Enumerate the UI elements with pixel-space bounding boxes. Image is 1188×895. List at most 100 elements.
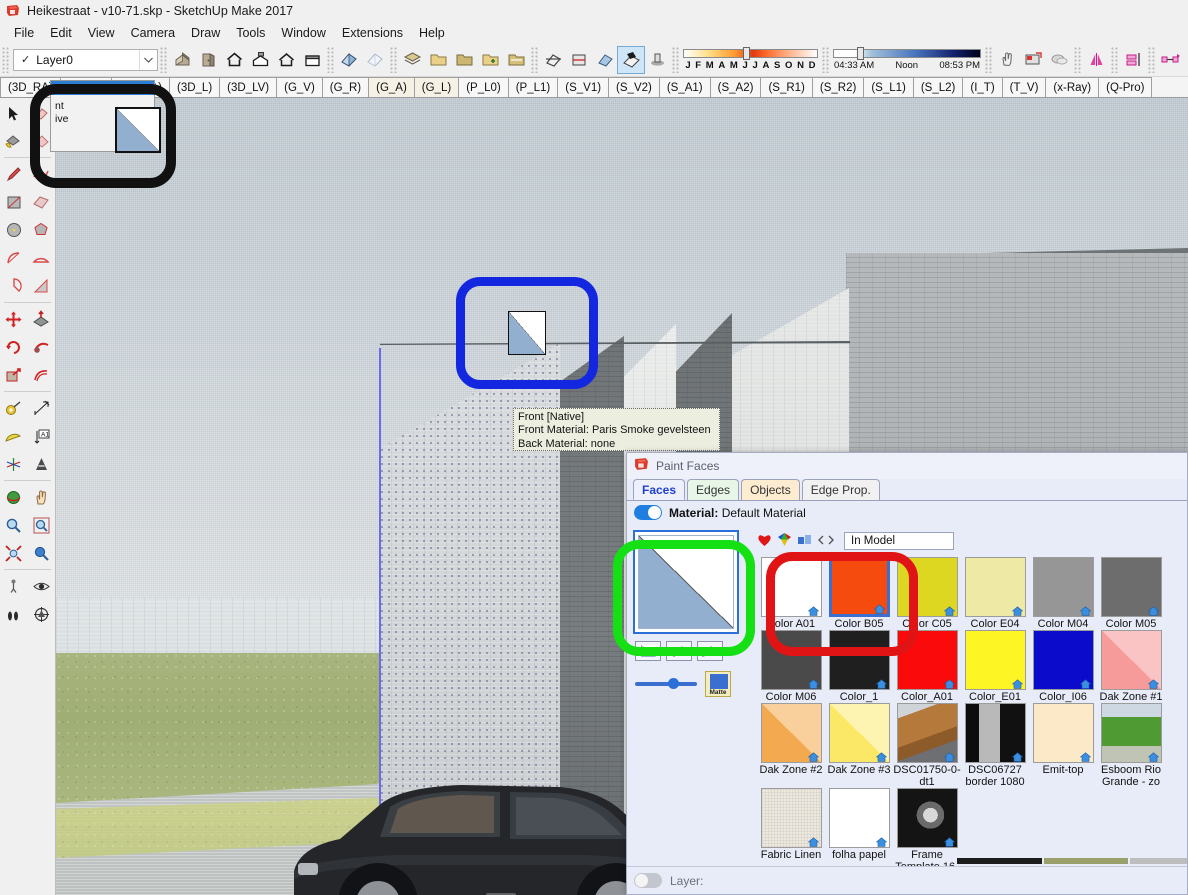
menu-help[interactable]: Help: [411, 24, 453, 42]
menu-draw[interactable]: Draw: [183, 24, 228, 42]
material-swatch[interactable]: [760, 703, 822, 763]
menu-file[interactable]: File: [6, 24, 42, 42]
material-cell[interactable]: Dak Zone #2: [757, 703, 825, 788]
xray-icon[interactable]: [362, 47, 388, 73]
iso-view-icon[interactable]: [169, 47, 195, 73]
material-swatch[interactable]: [1100, 703, 1162, 763]
polygon-icon[interactable]: [28, 216, 56, 244]
zoom-icon[interactable]: [0, 511, 28, 539]
toolbar-grip[interactable]: [2, 46, 9, 73]
bottom-view-icon[interactable]: [299, 47, 325, 73]
opacity-slider[interactable]: [635, 678, 697, 689]
library-scroll-strip[interactable]: [957, 858, 1187, 864]
section-cut-icon[interactable]: [566, 47, 592, 73]
material-swatch[interactable]: [1100, 630, 1162, 690]
arc-tangent-icon[interactable]: [28, 272, 56, 300]
zoom-window-icon[interactable]: [28, 511, 56, 539]
material-cell[interactable]: Color C05: [893, 557, 961, 630]
scene-tab-22[interactable]: (Q-Pro): [1098, 77, 1153, 97]
scene-tab-11[interactable]: (S_V1): [557, 77, 610, 97]
dimension-icon[interactable]: [28, 394, 56, 422]
scene-tab-8[interactable]: (G_L): [413, 77, 460, 97]
toolbar-grip-7[interactable]: [822, 46, 829, 73]
material-swatch[interactable]: [828, 630, 890, 690]
matte-button[interactable]: Matte: [705, 671, 731, 697]
layers-icon[interactable]: [399, 47, 425, 73]
material-cell[interactable]: Color A01: [757, 557, 825, 630]
dialog-material-preview[interactable]: [633, 530, 739, 634]
scene-tab-18[interactable]: (S_L2): [912, 77, 964, 97]
folder-add-icon[interactable]: [503, 47, 529, 73]
scene-tab-4[interactable]: (3D_LV): [219, 77, 278, 97]
shadow-time-slider[interactable]: 04:33 AM Noon 08:53 PM: [833, 46, 981, 73]
material-cell[interactable]: Dak Zone #3: [825, 703, 893, 788]
material-cell[interactable]: DSC06727 border 1080: [961, 703, 1029, 788]
material-swatch[interactable]: [760, 557, 822, 617]
scene-tab-9[interactable]: (P_L0): [458, 77, 509, 97]
tab-objects[interactable]: Objects: [741, 479, 800, 500]
text-icon[interactable]: A1: [28, 422, 56, 450]
shadow-ground-icon[interactable]: [644, 47, 670, 73]
menu-window[interactable]: Window: [273, 24, 333, 42]
material-swatch[interactable]: [964, 630, 1026, 690]
month-slider-track[interactable]: [683, 48, 818, 58]
menu-edit[interactable]: Edit: [42, 24, 80, 42]
shadows-toggle-icon[interactable]: [617, 45, 645, 74]
folder-new-icon[interactable]: [477, 47, 503, 73]
material-swatch[interactable]: [896, 630, 958, 690]
toolbar-grip-8[interactable]: [985, 46, 992, 73]
eyedropper-icon[interactable]: [666, 641, 692, 661]
section-fill-icon[interactable]: [592, 47, 618, 73]
toolbar-grip-5[interactable]: [531, 46, 538, 73]
scene-tab-17[interactable]: (S_L1): [863, 77, 914, 97]
pan-hand-icon[interactable]: [28, 483, 56, 511]
position-camera-icon[interactable]: [0, 572, 28, 600]
nav-arrows-icon[interactable]: [817, 534, 835, 549]
shadow-month-slider[interactable]: J F M A M J J A S O N D: [683, 46, 818, 73]
orbit-icon[interactable]: [0, 483, 28, 511]
material-cell[interactable]: Emit-top: [1029, 703, 1097, 788]
fog-icon[interactable]: [1046, 47, 1072, 73]
material-toggle[interactable]: [634, 505, 662, 520]
opacity-slider-knob[interactable]: [668, 678, 679, 689]
material-swatch[interactable]: [964, 703, 1026, 763]
tape-measure-icon[interactable]: [0, 394, 28, 422]
material-swatch[interactable]: [828, 557, 890, 617]
rotated-rectangle-icon[interactable]: [28, 188, 56, 216]
arc-2point-icon[interactable]: [0, 244, 28, 272]
time-slider-track[interactable]: [833, 48, 981, 58]
material-cell[interactable]: Color_I06: [1029, 630, 1097, 703]
scene-tab-12[interactable]: (S_V2): [608, 77, 660, 97]
paint-faces-dialog[interactable]: Paint Faces Faces Edges Objects Edge Pro…: [626, 452, 1188, 895]
toolbar-grip-6[interactable]: [672, 46, 679, 73]
material-cell[interactable]: Dak Zone #1: [1097, 630, 1165, 703]
photo-match-icon[interactable]: [1020, 47, 1046, 73]
mirror-icon[interactable]: [1083, 47, 1109, 73]
menu-extensions[interactable]: Extensions: [334, 24, 411, 42]
material-swatch[interactable]: [896, 788, 958, 848]
material-swatch[interactable]: [828, 788, 890, 848]
previous-view-icon[interactable]: [28, 539, 56, 567]
material-cell[interactable]: DSC01750-0-dt1: [893, 703, 961, 788]
front-view-icon[interactable]: [195, 47, 221, 73]
tab-edges[interactable]: Edges: [687, 479, 740, 500]
scene-tab-19[interactable]: (I_T): [962, 77, 1003, 97]
pencil-icon[interactable]: [0, 160, 28, 188]
pie-icon[interactable]: [0, 272, 28, 300]
back-view-icon[interactable]: [273, 47, 299, 73]
layer-combo[interactable]: ✓ Layer0: [13, 48, 158, 71]
material-swatch[interactable]: [896, 557, 958, 617]
material-cell[interactable]: Color_A01: [893, 630, 961, 703]
material-swatch[interactable]: [760, 788, 822, 848]
heart-icon[interactable]: [757, 533, 772, 550]
toolbar-grip-9[interactable]: [1074, 46, 1081, 73]
menu-camera[interactable]: Camera: [123, 24, 183, 42]
scene-tab-13[interactable]: (S_A1): [658, 77, 711, 97]
material-cell[interactable]: Color B05: [825, 557, 893, 630]
menu-tools[interactable]: Tools: [228, 24, 273, 42]
scene-tab-5[interactable]: (G_V): [276, 77, 323, 97]
rotate-icon[interactable]: [0, 333, 28, 361]
distribute-icon[interactable]: [1157, 47, 1183, 73]
move-icon[interactable]: [0, 305, 28, 333]
rectangle-icon[interactable]: [0, 188, 28, 216]
